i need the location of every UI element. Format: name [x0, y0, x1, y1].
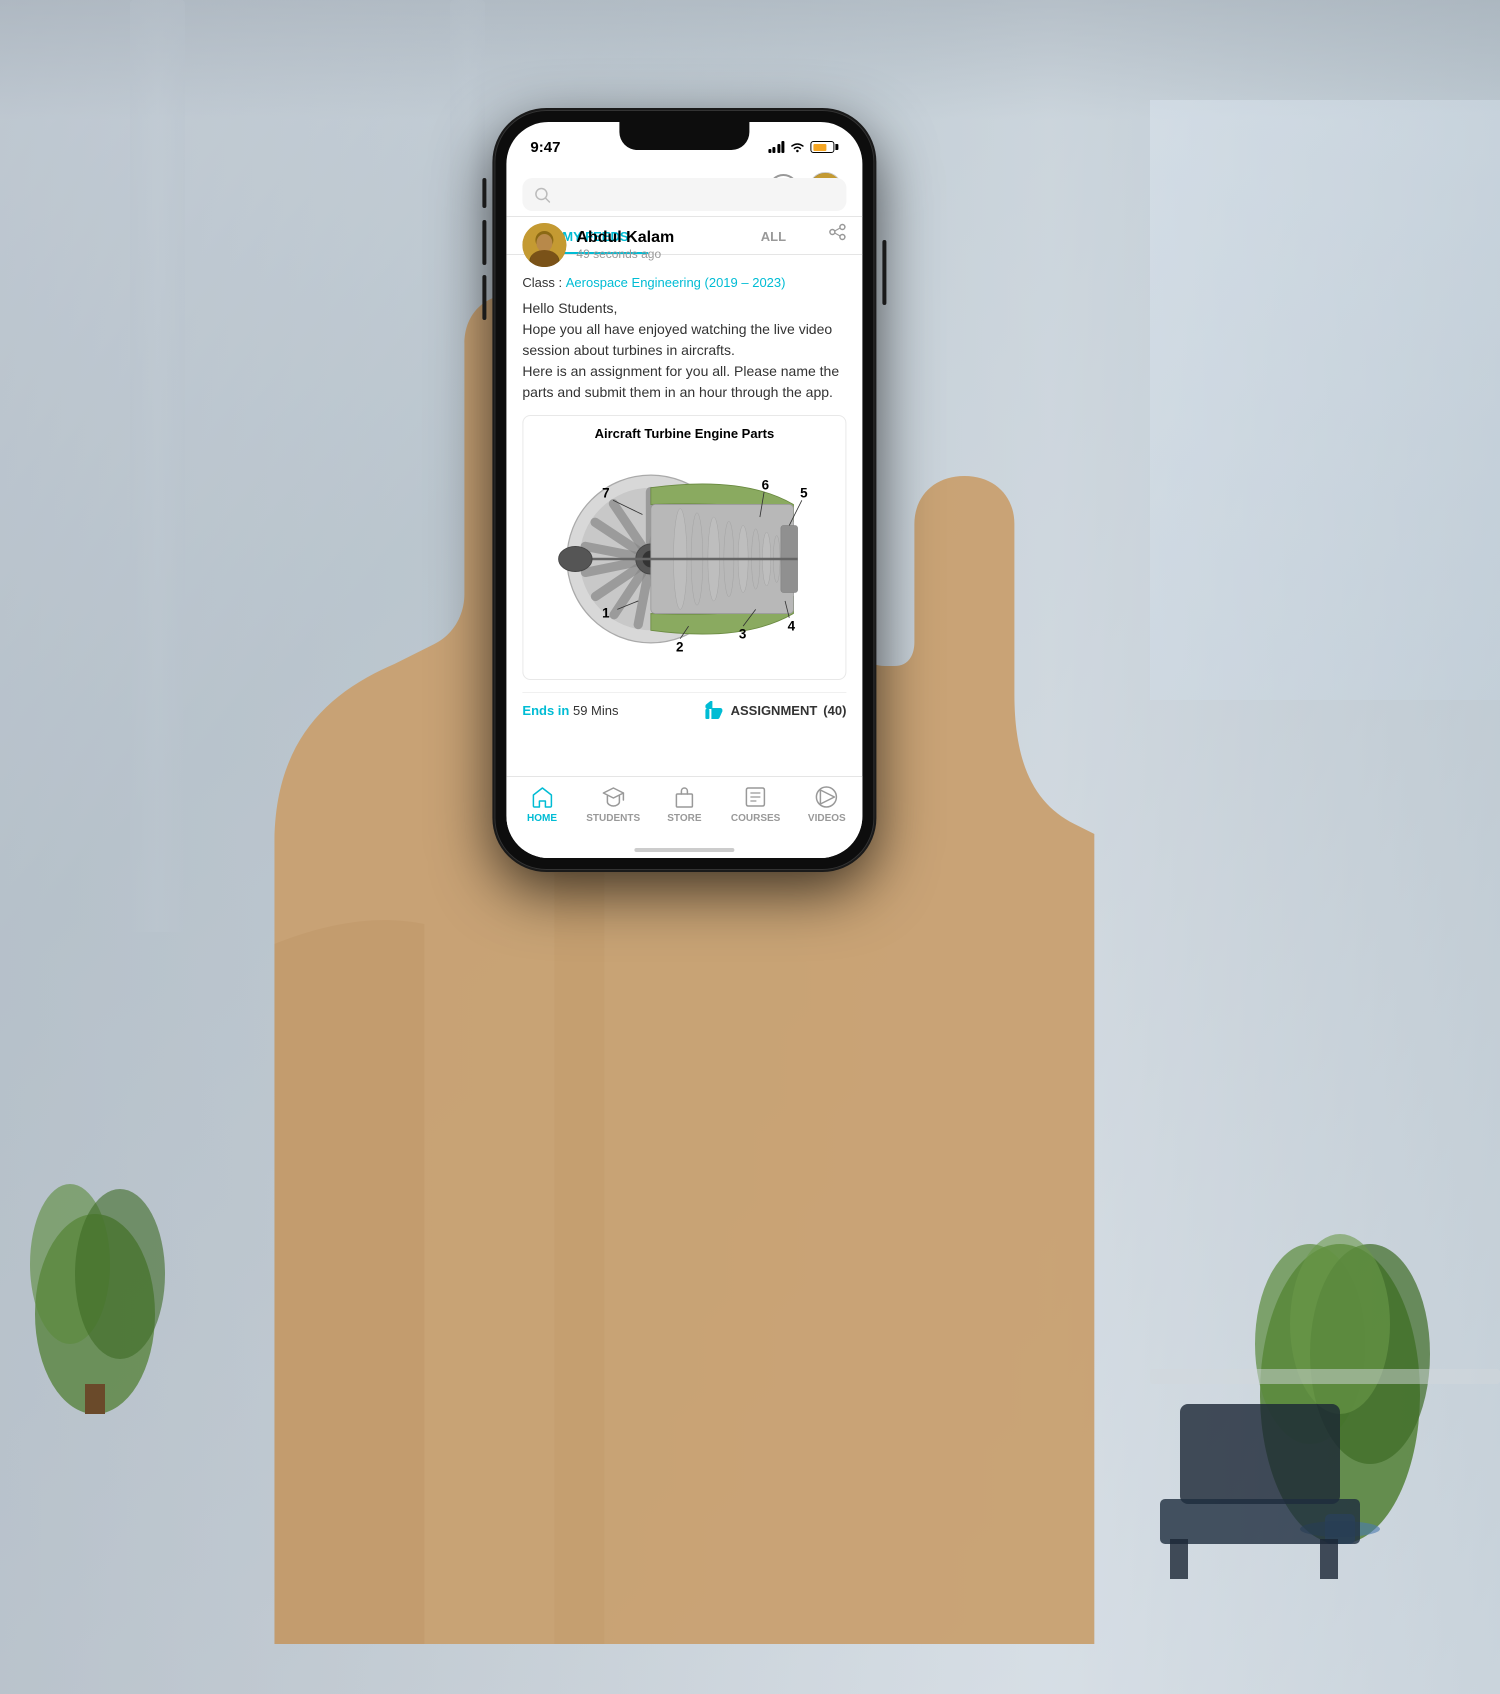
nav-item-courses[interactable]: COURSES — [720, 785, 791, 824]
signal-bar-4 — [781, 141, 784, 153]
phone-scene: 9:47 — [274, 50, 1094, 1644]
svg-text:3: 3 — [739, 627, 746, 642]
nav-item-videos[interactable]: VIDEOS — [791, 785, 862, 824]
bg-plant-left — [20, 1114, 170, 1414]
engine-diagram: Aircraft Turbine Engine Parts — [522, 415, 846, 680]
ends-in: Ends in 59 Mins — [522, 703, 618, 718]
post-body: Hello Students,Hope you all have enjoyed… — [522, 298, 846, 403]
bg-table — [1150, 1369, 1500, 1384]
svg-text:7: 7 — [602, 486, 609, 501]
screen-content[interactable]: Abdul Kalam 49 seconds ago — [506, 166, 862, 776]
status-icons — [768, 141, 839, 153]
ends-in-time: 59 Mins — [573, 703, 619, 718]
students-icon — [601, 785, 625, 809]
post-user-name: Abdul Kalam — [576, 229, 674, 247]
battery-icon — [810, 141, 838, 153]
home-indicator — [634, 848, 734, 852]
phone-screen: 9:47 — [506, 122, 862, 858]
class-label: Class : — [522, 275, 562, 290]
post-class: Class : Aerospace Engineering (2019 – 20… — [522, 275, 846, 290]
bg-window-light — [1150, 100, 1500, 700]
diagram-title: Aircraft Turbine Engine Parts — [533, 426, 835, 441]
bg-furniture — [1150, 1394, 1400, 1594]
signal-bar-3 — [777, 144, 780, 153]
nav-label-courses: COURSES — [731, 813, 780, 824]
engine-image: 1 2 3 4 5 6 7 — [533, 449, 835, 669]
post-user-info: Abdul Kalam 49 seconds ago — [522, 223, 674, 267]
nav-label-home: HOME — [527, 813, 557, 824]
svg-text:2: 2 — [676, 639, 683, 654]
nav-label-videos: VIDEOS — [808, 813, 846, 824]
search-input[interactable] — [558, 186, 834, 203]
bottom-nav: HOME STUDENTS — [506, 776, 862, 858]
home-icon — [530, 785, 554, 809]
volume-up-button[interactable] — [482, 220, 486, 265]
wifi-icon — [789, 141, 805, 153]
signal-bars-icon — [768, 141, 785, 153]
share-button[interactable] — [828, 223, 846, 246]
assignment-count: (40) — [823, 703, 846, 718]
nav-item-home[interactable]: HOME — [506, 785, 577, 824]
assignment-button[interactable]: ASSIGNMENT (40) — [705, 701, 847, 719]
videos-icon — [815, 785, 839, 809]
assignment-label: ASSIGNMENT — [731, 703, 818, 718]
post-header: Abdul Kalam 49 seconds ago — [522, 223, 846, 267]
signal-bar-2 — [772, 147, 775, 153]
ends-in-label: Ends in — [522, 703, 569, 718]
search-bar — [522, 178, 846, 211]
feed-post: Abdul Kalam 49 seconds ago — [506, 223, 862, 731]
search-icon — [534, 187, 550, 203]
silent-switch[interactable] — [482, 178, 486, 208]
class-link[interactable]: Aerospace Engineering (2019 – 2023) — [566, 275, 786, 290]
svg-text:6: 6 — [762, 477, 769, 492]
post-user-details: Abdul Kalam 49 seconds ago — [576, 229, 674, 261]
svg-text:5: 5 — [800, 486, 808, 501]
post-footer: Ends in 59 Mins ASSIGNMENT (40) — [522, 692, 846, 731]
engine-svg: 1 2 3 4 5 6 7 — [533, 449, 835, 669]
svg-text:4: 4 — [788, 618, 796, 633]
nav-item-students[interactable]: STUDENTS — [578, 785, 649, 824]
bg-column-1 — [130, 0, 185, 932]
status-time: 9:47 — [530, 139, 560, 156]
nav-label-store: STORE — [667, 813, 701, 824]
nav-label-students: STUDENTS — [586, 813, 640, 824]
post-user-avatar — [522, 223, 566, 267]
thumbs-up-icon — [705, 701, 725, 719]
signal-bar-1 — [768, 149, 771, 153]
phone-body: 9:47 — [494, 110, 874, 870]
store-icon — [672, 785, 696, 809]
phone-notch — [619, 122, 749, 150]
svg-text:1: 1 — [602, 606, 610, 621]
page-container: 9:47 — [0, 0, 1500, 1694]
courses-icon — [744, 785, 768, 809]
power-button[interactable] — [882, 240, 886, 305]
post-time: 49 seconds ago — [576, 247, 674, 261]
nav-item-store[interactable]: STORE — [649, 785, 720, 824]
volume-down-button[interactable] — [482, 275, 486, 320]
